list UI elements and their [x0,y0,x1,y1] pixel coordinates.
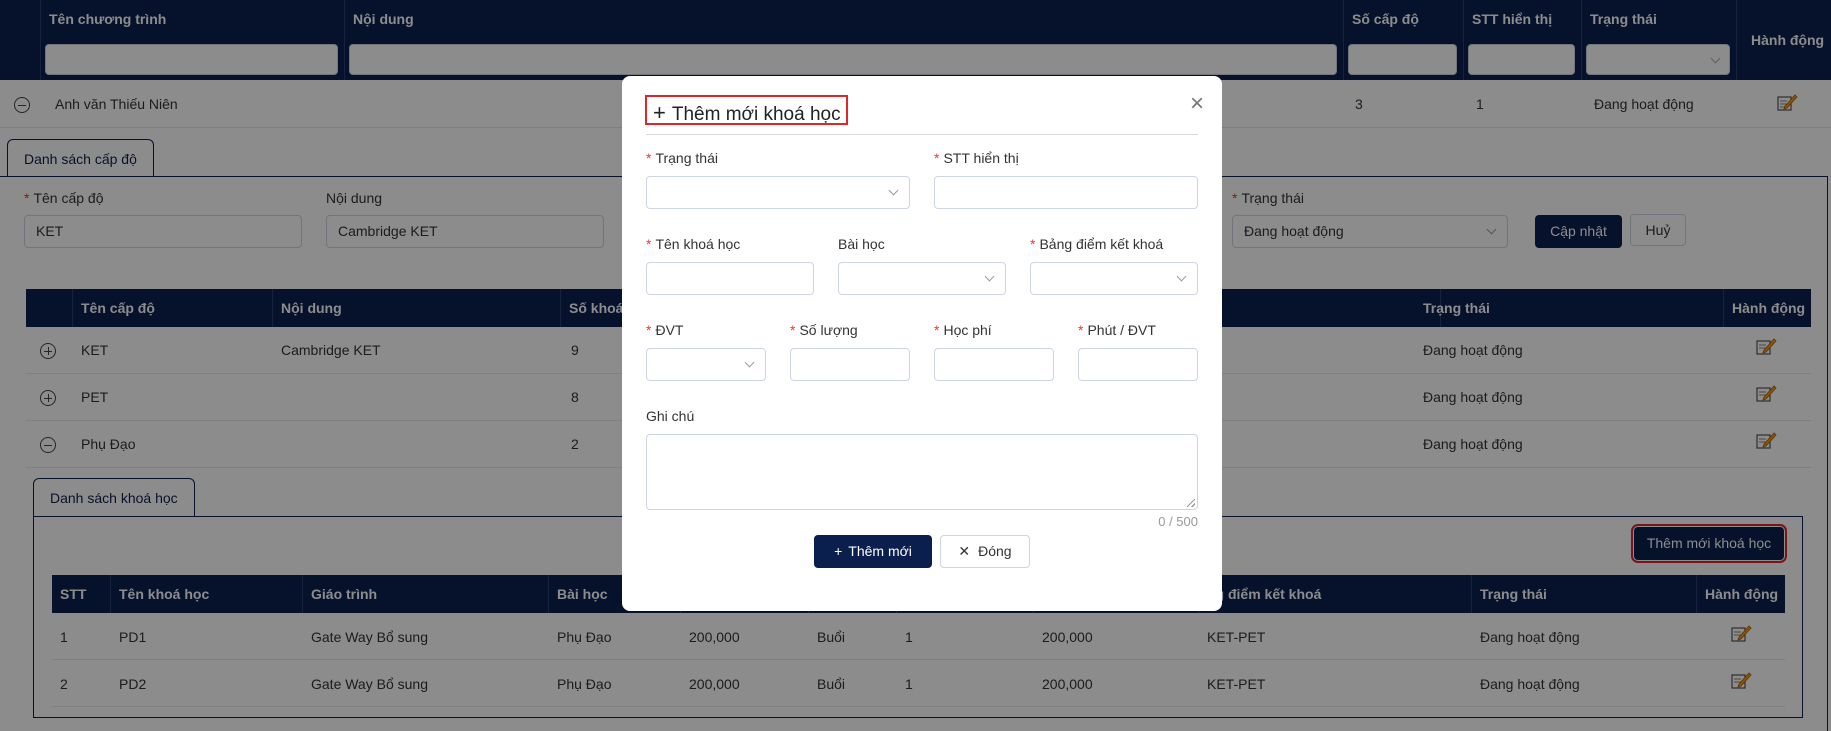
status-select[interactable] [646,176,910,209]
score-table-label: * Bảng điểm kết khoá [1030,236,1164,252]
add-course-modal: + Thêm mới khoá học × * Trạng thái * STT hi… [622,76,1222,611]
fee-label: * Học phí [934,322,992,338]
add-new-button[interactable]: + Thêm mới [814,535,932,568]
plus-icon: + [834,543,843,559]
minutes-input[interactable] [1078,348,1198,381]
modal-title: + Thêm mới khoá học [653,100,841,126]
minutes-label: * Phút / ĐVT [1078,322,1156,338]
score-table-select[interactable] [1030,262,1198,295]
course-name-input[interactable] [646,262,814,295]
status-label: * Trạng thái [646,150,718,166]
lesson-select[interactable] [838,262,1006,295]
note-counter: 0 / 500 [1158,514,1198,529]
plus-icon: + [653,100,666,125]
note-textarea[interactable] [646,434,1198,510]
close-label: Đóng [978,543,1012,559]
lesson-label: Bài học [838,236,885,252]
add-new-label: Thêm mới [848,543,912,559]
unit-select[interactable] [646,348,766,381]
fee-input[interactable] [934,348,1054,381]
quantity-label: * Số lượng [790,322,858,338]
modal-title-text: Thêm mới khoá học [671,104,841,125]
modal-title-box: + Thêm mới khoá học [645,95,848,125]
modal-divider [646,134,1198,135]
order-input[interactable] [934,176,1198,209]
close-icon: ✕ [958,543,971,559]
close-button[interactable]: ✕ Đóng [940,535,1030,568]
quantity-input[interactable] [790,348,910,381]
unit-label: * ĐVT [646,322,684,338]
note-label: Ghi chú [646,408,695,424]
close-icon[interactable]: × [1190,92,1204,116]
order-label: * STT hiển thị [934,150,1019,166]
course-name-label: * Tên khoá học [646,236,741,252]
